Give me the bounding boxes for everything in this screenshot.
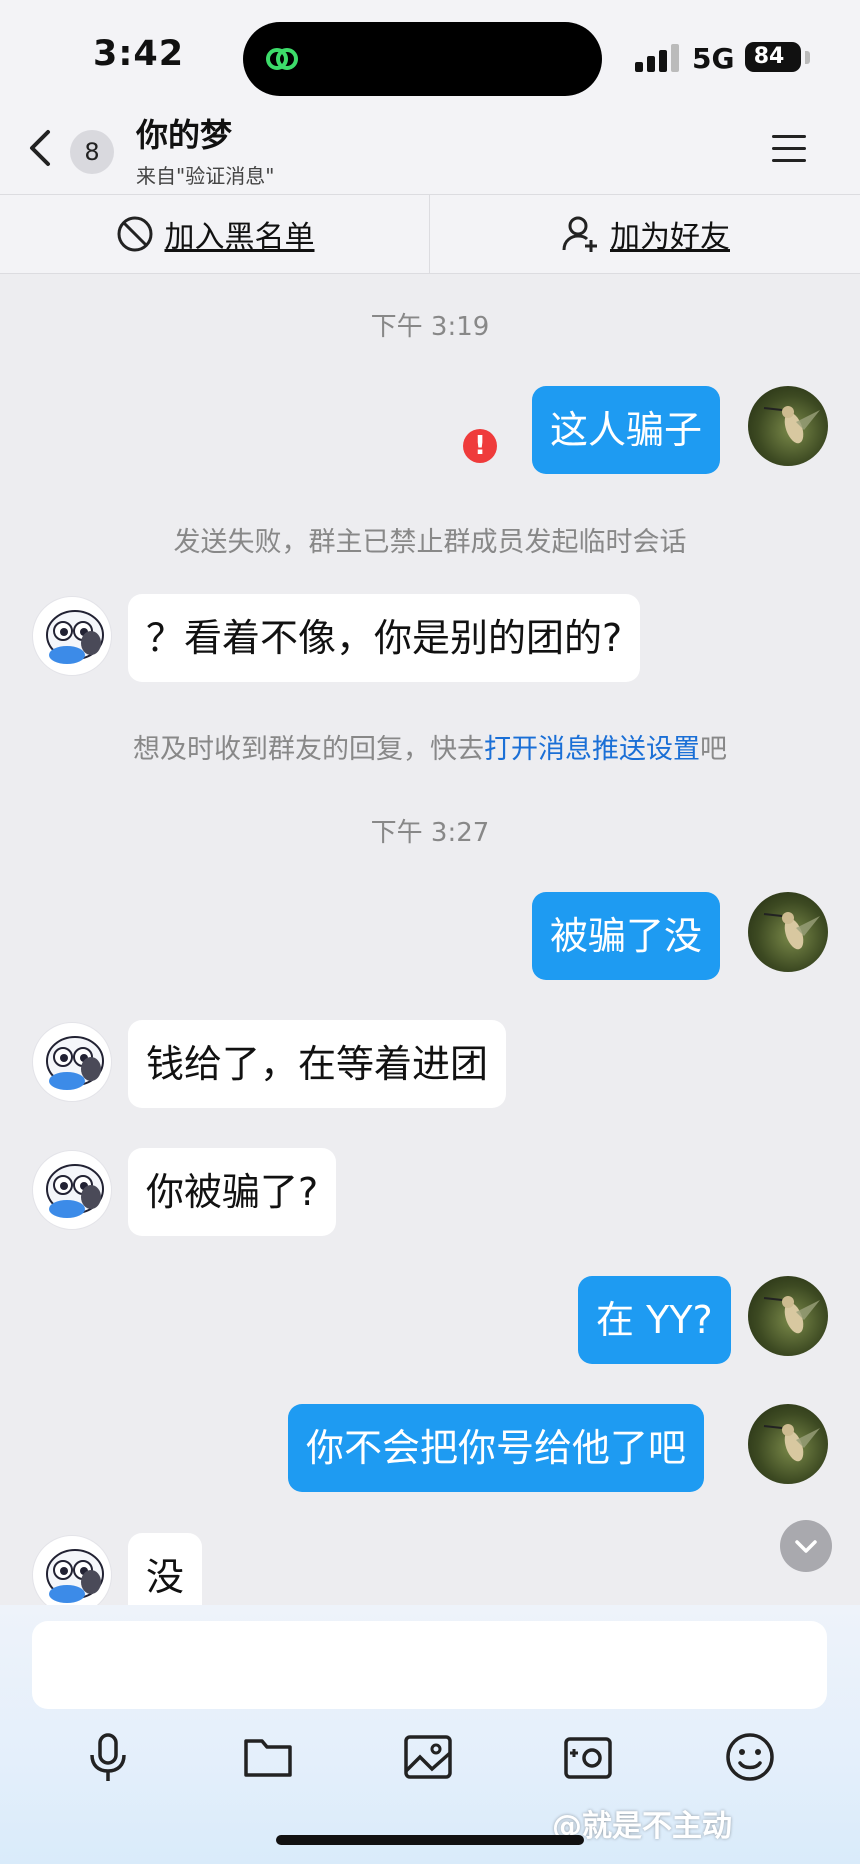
message-bubble-outgoing[interactable]: 这人骗子	[532, 386, 721, 474]
hummingbird-avatar-icon	[763, 1424, 820, 1462]
message-bubble-outgoing[interactable]: 在 YY?	[578, 1276, 731, 1364]
message-bubble-incoming[interactable]: 钱给了，在等着进团	[128, 1020, 507, 1108]
cartoon-avatar-icon	[46, 610, 104, 664]
push-notification-note: 想及时收到群友的回复，快去打开消息推送设置吧	[0, 727, 860, 766]
add-user-icon	[562, 216, 597, 252]
hummingbird-avatar-icon	[763, 1296, 820, 1334]
block-icon	[117, 216, 152, 252]
app-activity-icon	[266, 48, 298, 70]
scroll-to-bottom-button[interactable]	[780, 1520, 832, 1572]
cartoon-avatar-icon	[46, 1036, 104, 1090]
folder-icon[interactable]	[238, 1727, 298, 1787]
image-icon[interactable]	[398, 1727, 458, 1787]
unread-count-badge[interactable]: 8	[70, 130, 114, 174]
message-bubble-outgoing[interactable]: 被骗了没	[532, 892, 721, 980]
clock: 3:42	[93, 34, 185, 74]
push-note-suffix: 吧	[700, 734, 727, 765]
battery-level: 84	[753, 44, 785, 69]
contact-avatar[interactable]	[32, 1535, 112, 1615]
network-label: 5G	[692, 42, 735, 75]
push-note-prefix: 想及时收到群友的回复，快去	[133, 734, 484, 765]
timestamp: 下午 3:19	[370, 312, 490, 342]
menu-icon[interactable]	[772, 134, 806, 164]
signal-icon	[635, 44, 680, 72]
hummingbird-avatar-icon	[763, 406, 820, 444]
chevron-down-icon	[795, 1540, 817, 1553]
home-indicator	[276, 1835, 584, 1845]
message-bubble-incoming[interactable]: 你被骗了?	[128, 1148, 337, 1236]
contact-subtitle: 来自"验证消息"	[136, 164, 275, 188]
contact-avatar[interactable]	[32, 596, 112, 676]
message-input[interactable]	[32, 1621, 827, 1709]
battery-icon: 84	[745, 42, 801, 72]
add-friend-button[interactable]: 加为好友	[430, 195, 860, 273]
message-bubble-incoming[interactable]: ？看着不像，你是别的团的?	[128, 594, 641, 682]
composer: @就是不主动	[0, 1605, 860, 1864]
camera-icon[interactable]	[558, 1727, 618, 1787]
add-friend-label: 加为好友	[610, 220, 730, 255]
block-label: 加入黑名单	[164, 220, 315, 255]
my-avatar[interactable]	[748, 386, 828, 466]
send-failed-note: 发送失败，群主已禁止群成员发起临时会话	[173, 527, 687, 558]
cartoon-avatar-icon	[46, 1549, 104, 1603]
back-chevron-icon[interactable]	[22, 128, 62, 168]
dynamic-island	[243, 22, 602, 96]
timestamp: 下午 3:27	[370, 818, 490, 848]
push-settings-link[interactable]: 打开消息推送设置	[484, 734, 700, 765]
send-failed-icon[interactable]: !	[463, 429, 497, 463]
status-bar: 3:42 5G 84	[0, 0, 860, 110]
message-bubble-outgoing[interactable]: 你不会把你号给他了吧	[288, 1404, 705, 1492]
chat-header: 8 你的梦 来自"验证消息"	[0, 98, 860, 194]
cartoon-avatar-icon	[46, 1164, 104, 1218]
my-avatar[interactable]	[748, 892, 828, 972]
block-button[interactable]: 加入黑名单	[0, 195, 430, 273]
hummingbird-avatar-icon	[763, 912, 820, 950]
my-avatar[interactable]	[748, 1404, 828, 1484]
contact-avatar[interactable]	[32, 1150, 112, 1230]
emoji-icon[interactable]	[720, 1727, 780, 1787]
microphone-icon[interactable]	[78, 1727, 138, 1787]
my-avatar[interactable]	[748, 1276, 828, 1356]
action-bar: 加入黑名单 加为好友	[0, 194, 860, 274]
battery-nub	[805, 51, 810, 64]
contact-avatar[interactable]	[32, 1022, 112, 1102]
contact-name: 你的梦	[136, 116, 233, 154]
